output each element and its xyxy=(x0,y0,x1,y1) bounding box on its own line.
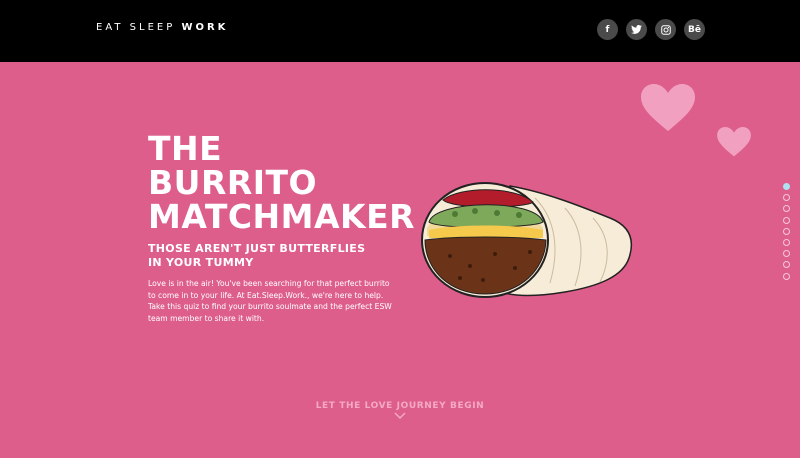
small-heart-icon xyxy=(717,127,751,157)
pagination-dot[interactable] xyxy=(783,205,790,213)
behance-icon[interactable]: Bē xyxy=(684,19,705,40)
facebook-icon[interactable]: f xyxy=(597,19,618,40)
intro-paragraph: Love is in the air! You've been searchin… xyxy=(148,279,392,323)
pagination-dot[interactable] xyxy=(783,216,790,224)
logo-light-text: EAT SLEEP xyxy=(96,22,182,33)
large-heart-icon xyxy=(641,84,695,131)
pagination-dot[interactable] xyxy=(783,250,790,258)
burrito-illustration xyxy=(421,182,633,298)
title-line: BURRITO xyxy=(148,163,318,202)
page-subtitle: THOSE AREN'T JUST BUTTERFLIES IN YOUR TU… xyxy=(148,242,365,270)
subtitle-line: THOSE AREN'T JUST BUTTERFLIES xyxy=(148,242,366,255)
start-journey-link[interactable]: LET THE LOVE JOURNEY BEGIN xyxy=(0,401,800,411)
pagination-dot[interactable] xyxy=(783,261,790,269)
subtitle-line: IN YOUR TUMMY xyxy=(148,256,254,269)
pagination-dot[interactable] xyxy=(783,238,790,246)
top-navigation-bar: EAT SLEEP WORK f Bē xyxy=(0,0,800,62)
title-line: MATCHMAKER xyxy=(148,197,416,236)
pagination-dot[interactable] xyxy=(783,194,790,202)
title-line: THE xyxy=(148,129,223,168)
social-links: f Bē xyxy=(597,19,705,40)
page-title: THE BURRITO MATCHMAKER xyxy=(148,132,415,234)
chevron-down-icon[interactable] xyxy=(394,412,406,420)
pagination-dot[interactable] xyxy=(783,227,790,235)
site-logo[interactable]: EAT SLEEP WORK xyxy=(96,22,228,33)
twitter-icon[interactable] xyxy=(626,19,647,40)
page-pagination xyxy=(783,183,790,280)
pagination-dot[interactable] xyxy=(783,183,790,190)
instagram-icon[interactable] xyxy=(655,19,676,40)
pagination-dot[interactable] xyxy=(783,272,790,280)
logo-bold-text: WORK xyxy=(181,22,229,33)
